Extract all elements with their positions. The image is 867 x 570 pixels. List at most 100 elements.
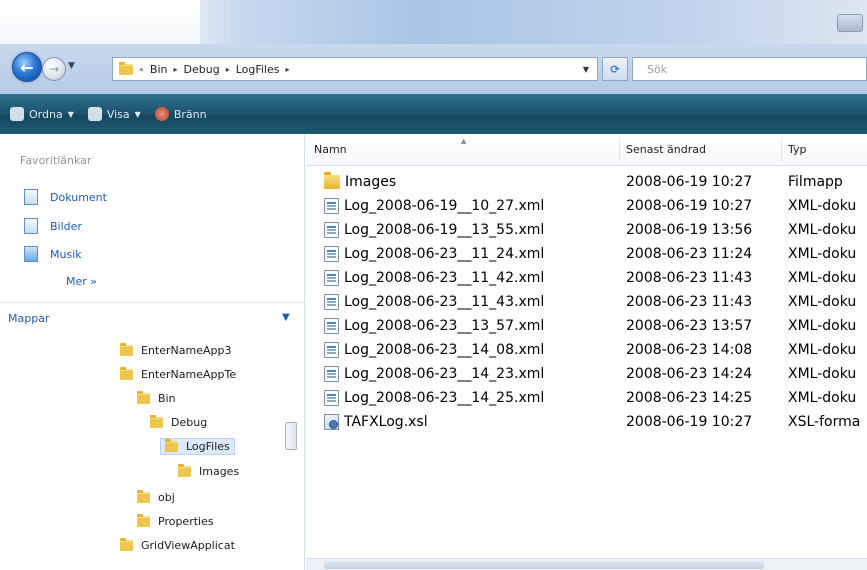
file-name: Log_2008-06-23__11_43.xml bbox=[344, 294, 545, 310]
tree-folder[interactable]: Debug bbox=[150, 415, 207, 429]
chevron-right-icon[interactable]: ▸ bbox=[226, 65, 230, 74]
tree-folder-label: Bin bbox=[158, 392, 176, 405]
file-type: XML-doku bbox=[788, 246, 857, 262]
file-row[interactable]: Log_2008-06-23__11_24.xml 2008-06-23 11:… bbox=[306, 244, 867, 266]
column-header-type[interactable]: Typ bbox=[788, 143, 807, 156]
refresh-icon: ⟳ bbox=[610, 62, 620, 76]
folder-icon bbox=[324, 172, 340, 189]
organize-button[interactable]: Ordna ▼ bbox=[10, 107, 74, 121]
address-dropdown-icon[interactable]: ▼ bbox=[583, 65, 589, 74]
file-name: Log_2008-06-23__11_24.xml bbox=[344, 246, 545, 262]
folder-icon bbox=[137, 514, 150, 527]
favorite-label: Dokument bbox=[50, 190, 107, 204]
favorite-label: Musik bbox=[50, 247, 82, 261]
chevron-down-icon[interactable]: ▼ bbox=[282, 312, 290, 323]
recent-pages-dropdown[interactable]: ▼ bbox=[68, 61, 75, 71]
file-row[interactable]: Log_2008-06-23__11_43.xml 2008-06-23 11:… bbox=[306, 292, 867, 314]
file-row[interactable]: Log_2008-06-23__11_42.xml 2008-06-23 11:… bbox=[306, 268, 867, 290]
back-arrow-icon: ← bbox=[20, 57, 34, 77]
file-row[interactable]: Log_2008-06-23__14_23.xml 2008-06-23 14:… bbox=[306, 364, 867, 386]
file-row[interactable]: Log_2008-06-23__14_08.xml 2008-06-23 14:… bbox=[306, 340, 867, 362]
search-input[interactable]: Sök bbox=[632, 57, 867, 81]
tree-folder-label: LogFiles bbox=[186, 440, 230, 453]
tree-folder[interactable]: Properties bbox=[137, 514, 214, 528]
favorite-pictures[interactable]: Bilder bbox=[24, 218, 82, 234]
tree-folder-selected[interactable]: LogFiles bbox=[160, 438, 235, 455]
xml-file-icon bbox=[324, 270, 339, 286]
file-row[interactable]: Log_2008-06-23__14_25.xml 2008-06-23 14:… bbox=[306, 388, 867, 410]
tree-folder[interactable]: Bin bbox=[137, 391, 176, 405]
tree-scrollbar[interactable] bbox=[283, 362, 299, 570]
tree-folder[interactable]: EnterNameApp3 bbox=[120, 343, 231, 357]
pictures-icon bbox=[24, 218, 38, 234]
address-bar[interactable]: « Bin ▸ Debug ▸ LogFiles ▸ ▼ bbox=[112, 57, 598, 81]
breadcrumb-debug[interactable]: Debug bbox=[184, 63, 220, 76]
favorite-label: Bilder bbox=[50, 219, 82, 233]
navigation-pane: Favoritlänkar Dokument Bilder Musik Mer … bbox=[0, 134, 305, 570]
file-row[interactable]: Log_2008-06-19__10_27.xml 2008-06-19 10:… bbox=[306, 196, 867, 218]
file-type: XML-doku bbox=[788, 390, 857, 406]
column-divider[interactable] bbox=[619, 138, 620, 162]
xml-file-icon bbox=[324, 222, 339, 238]
chevron-down-icon: ▼ bbox=[134, 109, 141, 119]
xml-file-icon bbox=[324, 390, 339, 406]
column-header-name[interactable]: Namn bbox=[314, 143, 347, 156]
folder-icon bbox=[137, 391, 150, 404]
file-date: 2008-06-23 14:24 bbox=[626, 366, 753, 382]
documents-icon bbox=[24, 189, 38, 205]
chevron-right-icon[interactable]: ▸ bbox=[173, 65, 177, 74]
tree-folder[interactable]: GridViewApplicat bbox=[120, 538, 235, 552]
refresh-button[interactable]: ⟳ bbox=[602, 57, 628, 81]
burn-button[interactable]: Bränn bbox=[154, 107, 207, 121]
column-divider[interactable] bbox=[781, 138, 782, 162]
back-button[interactable]: ← bbox=[12, 52, 42, 82]
minimize-button[interactable] bbox=[837, 14, 863, 32]
file-row[interactable]: Log_2008-06-23__13_57.xml 2008-06-23 13:… bbox=[306, 316, 867, 338]
file-date: 2008-06-23 13:57 bbox=[626, 318, 753, 334]
breadcrumb-bin[interactable]: Bin bbox=[150, 63, 168, 76]
more-link[interactable]: Mer » bbox=[66, 275, 97, 288]
tree-folder[interactable]: Images bbox=[178, 464, 240, 478]
favorite-documents[interactable]: Dokument bbox=[24, 189, 107, 205]
organize-icon bbox=[10, 107, 24, 121]
file-date: 2008-06-19 10:27 bbox=[626, 198, 753, 214]
file-type: XML-doku bbox=[788, 318, 857, 334]
file-type: XML-doku bbox=[788, 294, 857, 310]
file-row[interactable]: TAFXLog.xsl 2008-06-19 10:27 XSL-forma bbox=[306, 412, 867, 434]
breadcrumb-logfiles[interactable]: LogFiles bbox=[236, 63, 280, 76]
file-row[interactable]: Images 2008-06-19 10:27 Filmapp bbox=[306, 172, 867, 194]
views-button[interactable]: Visa ▼ bbox=[87, 107, 141, 121]
chevron-left-icon[interactable]: « bbox=[139, 65, 144, 74]
file-date: 2008-06-23 14:08 bbox=[626, 342, 753, 358]
chevron-right-icon[interactable]: ▸ bbox=[286, 65, 290, 74]
organize-label: Ordna bbox=[29, 107, 63, 121]
xml-file-icon bbox=[324, 294, 339, 310]
column-header-date[interactable]: Senast ändrad bbox=[626, 143, 706, 156]
horizontal-scrollbar[interactable] bbox=[306, 558, 867, 570]
tree-folder[interactable]: EnterNameAppTe bbox=[120, 367, 236, 381]
folders-title[interactable]: Mappar bbox=[8, 312, 49, 325]
tree-folder[interactable]: obj bbox=[137, 490, 175, 504]
folder-icon bbox=[165, 439, 178, 452]
favorite-music[interactable]: Musik bbox=[24, 246, 82, 262]
sort-arrow-icon: ▲ bbox=[461, 137, 467, 145]
file-type: XSL-forma bbox=[788, 414, 861, 430]
folder-icon bbox=[120, 343, 133, 356]
file-type: XML-doku bbox=[788, 270, 857, 286]
burn-icon bbox=[154, 107, 169, 121]
scrollbar-thumb[interactable] bbox=[324, 561, 764, 569]
folder-icon bbox=[178, 464, 191, 477]
tree-folder-label: GridViewApplicat bbox=[141, 539, 235, 552]
column-header-row: ▲ Namn Senast ändrad Typ bbox=[306, 134, 867, 166]
xml-file-icon bbox=[324, 318, 339, 334]
folder-icon bbox=[119, 61, 133, 75]
tree-folder-label: Images bbox=[199, 465, 240, 478]
file-name: TAFXLog.xsl bbox=[344, 414, 428, 430]
scrollbar-thumb[interactable] bbox=[285, 422, 297, 450]
forward-button[interactable]: → bbox=[42, 57, 66, 81]
file-list: ▲ Namn Senast ändrad Typ Images 2008-06-… bbox=[306, 134, 867, 570]
file-row[interactable]: Log_2008-06-19__13_55.xml 2008-06-19 13:… bbox=[306, 220, 867, 242]
file-name: Images bbox=[345, 174, 397, 190]
file-type: XML-doku bbox=[788, 222, 857, 238]
xml-file-icon bbox=[324, 198, 339, 214]
